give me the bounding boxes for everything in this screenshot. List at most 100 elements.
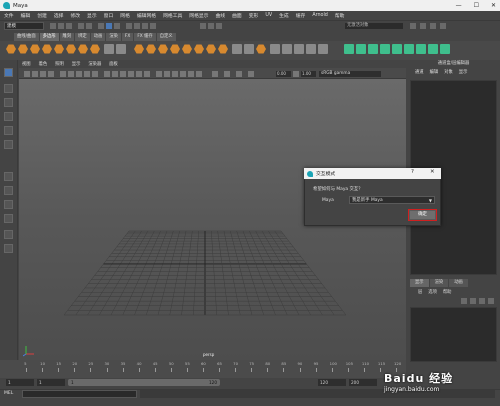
layer-list[interactable] xyxy=(410,307,497,362)
shelf-tab-fx[interactable]: FX xyxy=(121,33,134,41)
bridge-icon[interactable] xyxy=(244,44,254,54)
save-scene-icon[interactable] xyxy=(66,23,72,29)
grid-toggle-icon[interactable] xyxy=(60,71,66,77)
viewport-menu-shading[interactable]: 着色 xyxy=(39,61,48,67)
menu-select[interactable]: 选择 xyxy=(54,12,64,19)
undo-icon[interactable] xyxy=(78,23,84,29)
rotate-tool-icon[interactable] xyxy=(4,126,13,135)
menu-mesh-display[interactable]: 网格显示 xyxy=(189,12,208,19)
minimize-button[interactable]: — xyxy=(456,2,462,9)
camera-select-icon[interactable] xyxy=(24,71,30,77)
xray-icon[interactable] xyxy=(156,71,162,77)
menu-help[interactable]: 帮助 xyxy=(335,12,345,19)
script-language-label[interactable]: MEL xyxy=(4,391,13,396)
menu-cache[interactable]: 缓存 xyxy=(296,12,306,19)
select-object-icon[interactable] xyxy=(106,23,112,29)
sew-uv-icon[interactable] xyxy=(416,44,426,54)
automatic-uv-icon[interactable] xyxy=(380,44,390,54)
modeling-toolkit-icon[interactable] xyxy=(410,23,416,29)
shelf-tab-rendering[interactable]: 渲染 xyxy=(106,33,121,41)
select-component-icon[interactable] xyxy=(114,23,120,29)
interaction-mode-select[interactable]: 我是新手 Maya ▼ xyxy=(349,196,435,204)
xray-active-components-icon[interactable] xyxy=(224,71,230,77)
shelf-tab-polygons[interactable]: 多边形 xyxy=(39,33,59,41)
menu-edit-mesh[interactable]: 编辑网格 xyxy=(137,12,156,19)
ambient-occlusion-icon[interactable] xyxy=(172,71,178,77)
lights-icon[interactable] xyxy=(136,71,142,77)
viewport-menu-panels[interactable]: 面板 xyxy=(109,61,118,67)
snap-view-icon[interactable] xyxy=(150,23,156,29)
input-line-field[interactable]: 无激活对象 xyxy=(345,23,403,29)
ipr-render-icon[interactable] xyxy=(208,23,214,29)
dialog-help-button[interactable]: ? xyxy=(411,169,414,175)
maximize-button[interactable]: ☐ xyxy=(474,2,479,9)
motion-blur-icon[interactable] xyxy=(180,71,186,77)
channel-menu-show[interactable]: 显示 xyxy=(459,69,468,75)
command-input[interactable] xyxy=(22,390,137,398)
cut-uv-icon[interactable] xyxy=(404,44,414,54)
shelf-tab-fx-caching[interactable]: FX 缓存 xyxy=(134,33,156,41)
gamma-field[interactable]: 1.00 xyxy=(301,71,316,77)
select-hierarchy-icon[interactable] xyxy=(98,23,104,29)
wireframe-on-shaded-icon[interactable] xyxy=(120,71,126,77)
wireframe-icon[interactable] xyxy=(104,71,110,77)
tab-render-layers[interactable]: 渲染 xyxy=(429,279,449,287)
snap-curve-icon[interactable] xyxy=(134,23,140,29)
new-layer-icon[interactable] xyxy=(479,298,485,304)
start-frame-field[interactable]: 1 xyxy=(6,379,34,386)
range-start-field[interactable]: 1 xyxy=(37,379,65,386)
tab-anim-layers[interactable]: 动画 xyxy=(449,279,468,287)
tool-settings-icon[interactable] xyxy=(430,23,436,29)
exposure-field[interactable]: 0.00 xyxy=(276,71,291,77)
dialog-close-button[interactable]: ✕ xyxy=(430,169,435,175)
layer-menu-options[interactable]: 选项 xyxy=(428,289,437,295)
select-tool-icon[interactable] xyxy=(4,68,13,77)
shelf-tab-rigging[interactable]: 绑定 xyxy=(75,33,90,41)
render-settings-icon[interactable] xyxy=(216,23,222,29)
menu-generate[interactable]: 生成 xyxy=(279,12,289,19)
new-scene-icon[interactable] xyxy=(50,23,56,29)
lasso-tool-icon[interactable] xyxy=(4,84,13,93)
move-tool-icon[interactable] xyxy=(4,112,13,121)
shelf-tab-sculpting[interactable]: 雕刻 xyxy=(59,33,75,41)
viewport-menu-lighting[interactable]: 照明 xyxy=(55,61,64,67)
quad-draw-icon[interactable] xyxy=(306,44,316,54)
persp-graph-layout-icon[interactable] xyxy=(4,214,13,223)
xray-joints-icon[interactable] xyxy=(164,71,170,77)
layout-uv-icon[interactable] xyxy=(440,44,450,54)
spherical-uv-icon[interactable] xyxy=(368,44,378,54)
shadows-icon[interactable] xyxy=(144,71,150,77)
exposure-icon[interactable] xyxy=(248,71,254,77)
new-layer-selected-icon[interactable] xyxy=(488,298,494,304)
menu-set-select[interactable]: 建模 xyxy=(4,22,44,30)
isolate-select-icon[interactable] xyxy=(212,71,218,77)
close-button[interactable]: ✕ xyxy=(491,2,496,9)
menu-windows[interactable]: 窗口 xyxy=(104,12,114,19)
open-scene-icon[interactable] xyxy=(58,23,64,29)
super-shape-icon[interactable] xyxy=(104,44,114,54)
shelf-tab-animation[interactable]: 动画 xyxy=(90,33,106,41)
insert-edge-loop-icon[interactable] xyxy=(318,44,328,54)
gamma-icon[interactable] xyxy=(293,71,299,77)
poly-text-icon[interactable] xyxy=(116,44,126,54)
channel-menu-object[interactable]: 对象 xyxy=(444,69,453,75)
single-perspective-layout-icon[interactable] xyxy=(4,172,13,181)
hud-icon[interactable] xyxy=(236,71,242,77)
persp-outliner-layout-icon[interactable] xyxy=(4,200,13,209)
camera-attributes-icon[interactable] xyxy=(32,71,38,77)
menu-curves[interactable]: 曲线 xyxy=(215,12,225,19)
gate-mask-icon[interactable] xyxy=(84,71,90,77)
menu-arnold[interactable]: Arnold xyxy=(312,13,328,18)
paint-select-tool-icon[interactable] xyxy=(4,98,13,107)
redo-icon[interactable] xyxy=(86,23,92,29)
channel-menu-edit[interactable]: 编辑 xyxy=(430,69,439,75)
image-plane-icon[interactable] xyxy=(48,71,54,77)
viewport-menu-show[interactable]: 显示 xyxy=(72,61,81,67)
menu-edit[interactable]: 编辑 xyxy=(21,12,31,19)
resolution-gate-icon[interactable] xyxy=(76,71,82,77)
snap-grid-icon[interactable] xyxy=(126,23,132,29)
menu-file[interactable]: 文件 xyxy=(4,12,14,19)
menu-mesh-tools[interactable]: 网格工具 xyxy=(163,12,182,19)
menu-create[interactable]: 创建 xyxy=(37,12,47,19)
render-frame-icon[interactable] xyxy=(200,23,206,29)
